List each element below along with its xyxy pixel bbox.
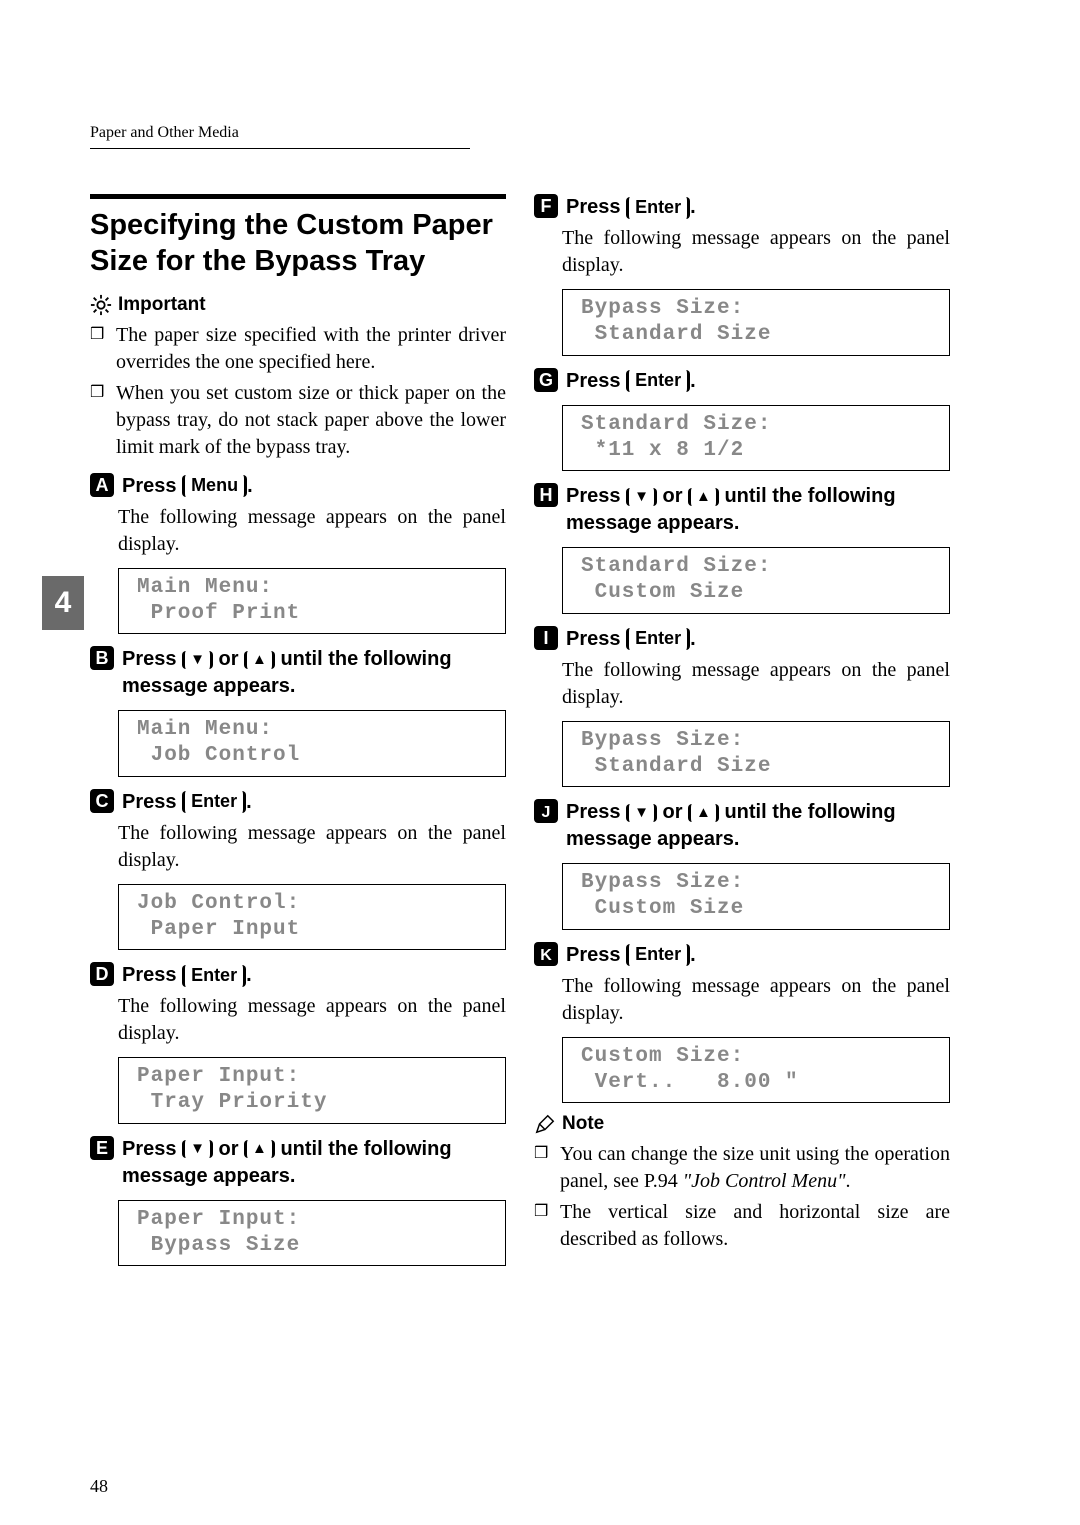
step-badge-11: K [534,942,558,966]
panel-display: Main Menu: Proof Print [118,568,506,635]
panel-display: Bypass Size: Standard Size [562,289,950,356]
svg-text:G: G [539,370,553,390]
step-4-instruction: Press Enter. [122,962,506,989]
panel-display: Custom Size: Vert.. 8.00 " [562,1037,950,1104]
up-key: ▲ [244,651,275,669]
panel-display: Job Control: Paper Input [118,884,506,951]
svg-text:E: E [96,1138,108,1158]
panel-display: Paper Input: Bypass Size [118,1200,506,1267]
chapter-tab: 4 [42,576,84,630]
step-8-instruction: Press ▼ or ▲ until the following message… [566,483,950,537]
step-badge-10: J [534,799,558,823]
step-badge-2: B [90,646,114,670]
panel-display: Paper Input: Tray Priority [118,1057,506,1124]
page-header: Paper and Other Media [90,120,950,149]
enter-key: Enter [626,628,690,650]
step-badge-4: D [90,962,114,986]
step-6-instruction: Press Enter. [566,194,950,221]
step-badge-5: E [90,1136,114,1160]
step-4-body: The following message appears on the pan… [90,993,506,1047]
step-5-instruction: Press ▼ or ▲ until the following message… [122,1136,506,1190]
step-9-instruction: Press Enter. [566,626,950,653]
svg-text:D: D [96,964,109,984]
panel-display: Main Menu: Job Control [118,710,506,777]
step-3-body: The following message appears on the pan… [90,820,506,874]
column-left: Specifying the Custom Paper Size for the… [90,194,506,1276]
panel-display: Standard Size: *11 x 8 1/2 [562,405,950,472]
step-3-instruction: Press Enter. [122,789,506,816]
important-item: When you set custom size or thick paper … [90,380,506,461]
enter-key: Enter [182,965,246,987]
enter-key: Enter [626,197,690,219]
down-key: ▼ [626,488,657,506]
important-icon [90,294,112,316]
important-item: The paper size specified with the printe… [90,322,506,376]
panel-display: Bypass Size: Standard Size [562,721,950,788]
up-key: ▲ [244,1140,275,1158]
step-11-body: The following message appears on the pan… [534,973,950,1027]
note-label: Note [562,1113,604,1135]
note-item: You can change the size unit using the o… [534,1141,950,1195]
step-11-instruction: Press Enter. [566,942,950,969]
panel-display: Standard Size: Custom Size [562,547,950,614]
down-key: ▼ [182,1140,213,1158]
step-6-body: The following message appears on the pan… [534,225,950,279]
svg-text:K: K [540,947,552,964]
up-key: ▲ [688,804,719,822]
step-1-instruction: Press Menu. [122,473,506,500]
panel-display: Bypass Size: Custom Size [562,863,950,930]
step-badge-8: H [534,483,558,507]
running-head: Paper and Other Media [90,124,239,141]
step-badge-1: A [90,473,114,497]
note-item: The vertical size and horizontal size ar… [534,1199,950,1253]
section-rule [90,194,506,199]
step-10-instruction: Press ▼ or ▲ until the following message… [566,799,950,853]
section-title: Specifying the Custom Paper Size for the… [90,207,506,280]
step-badge-7: G [534,368,558,392]
note-icon [534,1113,556,1135]
down-key: ▼ [626,804,657,822]
page-number: 48 [90,1476,108,1497]
column-right: F Press Enter. The following message app… [534,194,950,1276]
step-9-body: The following message appears on the pan… [534,657,950,711]
enter-key: Enter [626,944,690,966]
svg-text:C: C [96,791,109,811]
step-badge-6: F [534,194,558,218]
svg-text:H: H [540,485,553,505]
up-key: ▲ [688,488,719,506]
step-1-body: The following message appears on the pan… [90,504,506,558]
step-badge-9: I [534,626,558,650]
step-7-instruction: Press Enter. [566,368,950,395]
enter-key: Enter [626,370,690,392]
svg-text:J: J [542,804,551,821]
svg-text:I: I [543,628,548,648]
down-key: ▼ [182,651,213,669]
step-badge-3: C [90,789,114,813]
enter-key: Enter [182,791,246,813]
menu-key: Menu [182,475,247,497]
svg-text:F: F [541,196,552,216]
svg-text:B: B [96,648,109,668]
svg-text:A: A [96,475,109,495]
important-label: Important [118,294,206,316]
step-2-instruction: Press ▼ or ▲ until the following message… [122,646,506,700]
